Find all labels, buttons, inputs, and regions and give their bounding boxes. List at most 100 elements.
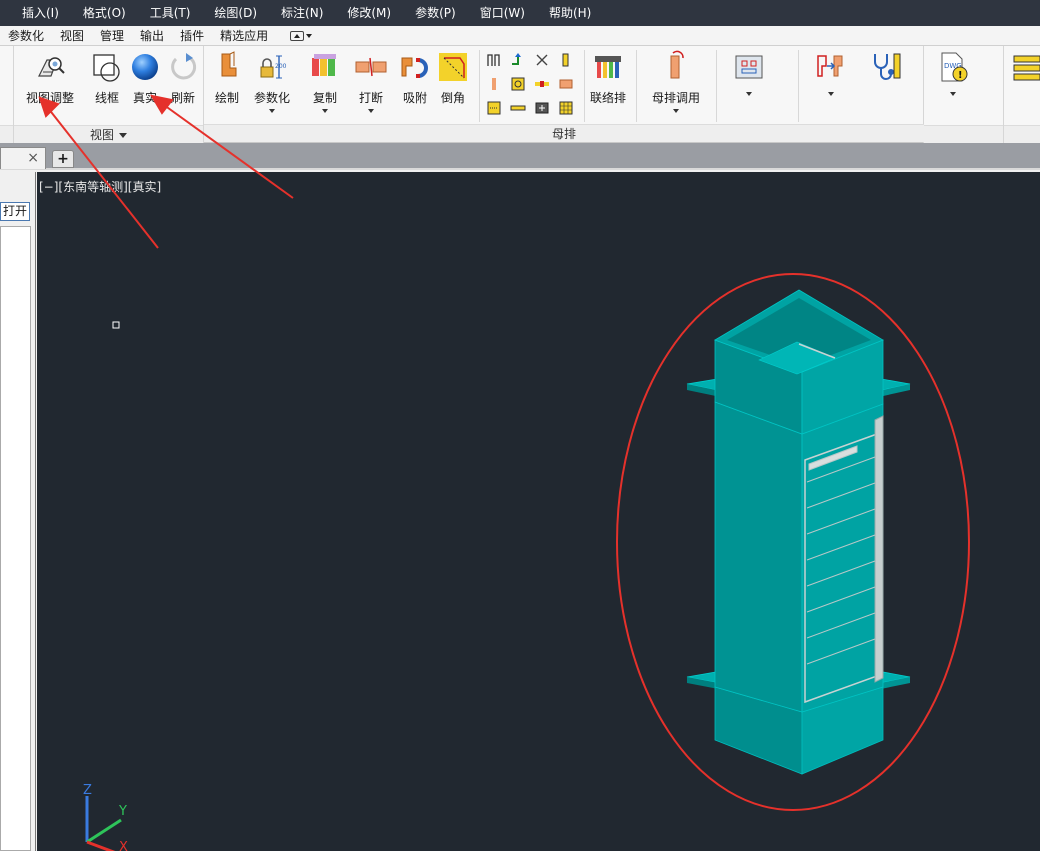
- menu-window[interactable]: 窗口(W): [468, 0, 537, 26]
- chamfer-label: 倒角: [440, 91, 465, 105]
- menu-help[interactable]: 帮助(H): [537, 0, 603, 26]
- busbar-copy-icon: [308, 50, 342, 84]
- sheet-metal-hole-icon: [732, 50, 766, 84]
- view-adjust-icon: [33, 50, 67, 84]
- menu-modify[interactable]: 修改(M): [335, 0, 403, 26]
- wireframe-button[interactable]: 线框: [90, 50, 124, 106]
- cut-scissors-icon[interactable]: [534, 52, 550, 68]
- busbar-set-icon: [1010, 50, 1040, 84]
- refresh-icon: [166, 50, 200, 84]
- refresh-button[interactable]: 刷新: [166, 50, 200, 106]
- chevron-down-icon: [950, 92, 956, 96]
- view-adjust-button[interactable]: 视图调整: [26, 50, 74, 106]
- chevron-down-icon: [368, 109, 374, 113]
- busbar-library-icon: [659, 50, 693, 84]
- ribbon-minimize-icon: [290, 30, 305, 41]
- busbar-check-button[interactable]: [869, 50, 903, 89]
- parametric-button[interactable]: 200 参数化: [254, 50, 290, 113]
- copy-label: 复制: [312, 91, 337, 105]
- realistic-label: 真实: [132, 91, 157, 105]
- ucs-z-label: Z: [83, 783, 92, 798]
- menu-tools[interactable]: 工具(T): [138, 0, 203, 26]
- busbar-draw-icon: [210, 50, 244, 84]
- busbar-vertical-icon[interactable]: [486, 76, 502, 92]
- file-list[interactable]: [0, 226, 31, 851]
- grid-plate-icon[interactable]: [558, 100, 574, 116]
- 2d-recognize-button[interactable]: [814, 50, 848, 96]
- tie-busbar-button[interactable]: 联络排: [590, 50, 626, 106]
- tab-parametric[interactable]: 参数化: [0, 26, 52, 46]
- ribbon-panel-busbar-set: [1004, 46, 1040, 143]
- ribbon-panel-drawings: DWG !: [924, 46, 1004, 143]
- stethoscope-icon: [869, 50, 903, 84]
- chamfer-button[interactable]: 倒角: [436, 50, 470, 106]
- panel-title-view[interactable]: 视图: [14, 125, 203, 143]
- busbar-plate-icon[interactable]: [558, 76, 574, 92]
- panel-title-drawings: [924, 125, 1003, 143]
- chevron-down-icon: [119, 133, 127, 138]
- ucs-x-label: X: [119, 840, 128, 851]
- busbar-extend-icon[interactable]: [558, 52, 574, 68]
- tab-manage[interactable]: 管理: [92, 26, 132, 46]
- rotate-arrow-icon[interactable]: [510, 52, 526, 68]
- chevron-down-icon: [322, 109, 328, 113]
- snap-label: 吸附: [402, 91, 427, 105]
- tab-view[interactable]: 视图: [52, 26, 92, 46]
- measure-icon[interactable]: [486, 100, 502, 116]
- tab-featured-apps[interactable]: 精选应用: [212, 26, 276, 46]
- shaded-sphere-icon: [128, 50, 162, 84]
- chevron-down-icon: [746, 92, 752, 96]
- body-left-face: [714, 401, 803, 713]
- busbar-bend-icon[interactable]: [486, 52, 502, 68]
- menu-format[interactable]: 格式(O): [71, 0, 138, 26]
- drawing-viewport[interactable]: [−][东南等轴测][真实] Z Y X: [37, 172, 1040, 851]
- chamfer-icon: [436, 50, 470, 84]
- snap-button[interactable]: 吸附: [398, 50, 432, 106]
- break-button[interactable]: 打断: [354, 50, 388, 113]
- busbar-set-button[interactable]: [1010, 50, 1040, 89]
- busbar-library-button[interactable]: 母排调用: [652, 50, 700, 113]
- svg-text:!: !: [958, 70, 963, 81]
- panel-title-view-text: 视图: [89, 128, 114, 142]
- panel-separator: [636, 50, 637, 122]
- ribbon-panel-view: 视图调整 线框 真实 刷新 视图: [14, 46, 204, 143]
- 2d-recognize-icon: [814, 50, 848, 84]
- panel-title-busbar[interactable]: 母排: [204, 124, 924, 142]
- panel-title-busbar-text: 母排: [551, 127, 576, 141]
- ucs-y-axis: [86, 818, 122, 844]
- new-tab-button[interactable]: +: [52, 150, 74, 168]
- chevron-down-icon: [306, 33, 313, 38]
- chevron-down-icon: [828, 92, 834, 96]
- drawing-warning-icon: DWG !: [936, 50, 970, 84]
- menu-dimension[interactable]: 标注(N): [269, 0, 335, 26]
- open-button[interactable]: 打开: [0, 202, 30, 221]
- left-side-panel: 打开: [0, 172, 36, 851]
- ribbon-panel-left-sliver: [0, 46, 14, 143]
- menu-draw[interactable]: 绘图(D): [202, 0, 269, 26]
- magnet-snap-icon: [398, 50, 432, 84]
- busbar-joint-icon[interactable]: [534, 76, 550, 92]
- tie-busbar-label: 联络排: [590, 91, 627, 105]
- document-tab[interactable]: ×: [0, 147, 46, 169]
- copy-button[interactable]: 复制: [308, 50, 342, 113]
- processing-drawings-button[interactable]: DWG !: [936, 50, 970, 96]
- sheet-metal-hole-button[interactable]: [732, 50, 766, 96]
- break-label: 打断: [358, 91, 383, 105]
- menu-insert[interactable]: 插入(I): [0, 0, 71, 26]
- draw-button[interactable]: 绘制: [210, 50, 244, 106]
- tie-busbar-icon: [591, 50, 625, 84]
- hole-square-icon[interactable]: [510, 76, 526, 92]
- realistic-button[interactable]: 真实: [128, 50, 162, 106]
- door-hinge-rail: [874, 415, 884, 683]
- close-icon[interactable]: ×: [27, 150, 39, 166]
- ribbon-minimize-toggle[interactable]: [290, 29, 318, 43]
- tab-plugins[interactable]: 插件: [172, 26, 212, 46]
- svg-text:200: 200: [275, 63, 287, 70]
- menu-parameters[interactable]: 参数(P): [403, 0, 468, 26]
- insulator-icon[interactable]: [534, 100, 550, 116]
- ruler-icon[interactable]: [510, 100, 526, 116]
- draw-label: 绘制: [214, 91, 239, 105]
- panel-title-cut: [1004, 125, 1040, 143]
- panel-separator: [479, 50, 480, 122]
- tab-output[interactable]: 输出: [132, 26, 172, 46]
